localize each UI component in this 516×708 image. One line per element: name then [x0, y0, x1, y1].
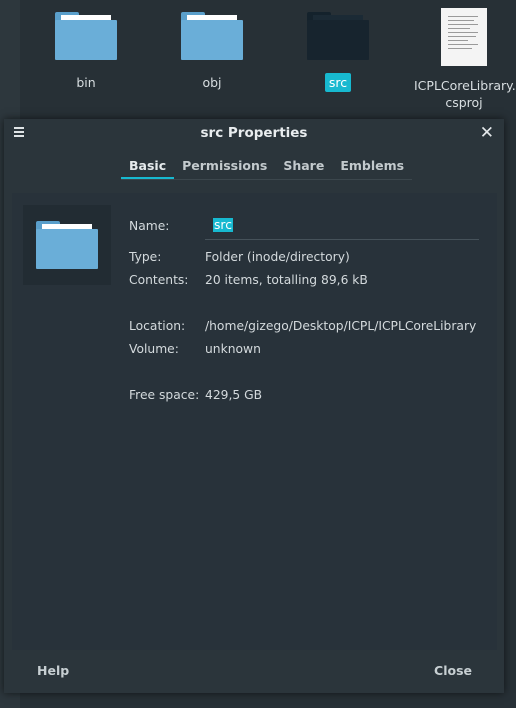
folder-icon — [181, 8, 243, 60]
location-value: /home/gizego/Desktop/ICPL/ICPLCoreLibrar… — [205, 319, 477, 333]
name-value: src — [213, 218, 233, 232]
folder-icon — [36, 217, 98, 269]
dialog-footer: Help Close — [4, 649, 504, 693]
folder-icon — [307, 8, 369, 60]
type-row: Type: Folder (inode/directory) — [129, 250, 350, 264]
contents-row: Contents: 20 items, totalling 89,6 kB — [129, 273, 368, 287]
volume-label: Volume: — [129, 342, 179, 356]
properties-dialog: src Properties ✕ Basic Permissions Share… — [4, 119, 504, 693]
dialog-title: src Properties — [200, 125, 308, 141]
close-button[interactable]: Close — [434, 663, 472, 678]
free-space-row: Free space: 429,5 GB — [129, 388, 262, 402]
free-space-value: 429,5 GB — [205, 388, 263, 402]
file-item-label: src — [288, 73, 388, 92]
type-value: Folder (inode/directory) — [205, 250, 350, 264]
type-label: Type: — [129, 250, 162, 264]
tab-permissions[interactable]: Permissions — [174, 155, 275, 179]
tab-share[interactable]: Share — [275, 155, 332, 179]
location-label: Location: — [129, 319, 186, 333]
file-item-bin[interactable]: bin — [36, 8, 136, 91]
file-item-obj[interactable]: obj — [162, 8, 262, 91]
name-label: Name: — [129, 219, 170, 233]
file-item-label: bin — [76, 75, 96, 90]
file-item-label: ICPLCoreLibrary. csproj — [414, 78, 516, 110]
tab-emblems[interactable]: Emblems — [332, 155, 412, 179]
help-button[interactable]: Help — [37, 663, 69, 678]
tab-bar: Basic Permissions Share Emblems — [121, 155, 413, 180]
file-item-label: obj — [202, 75, 222, 90]
volume-row: Volume: unknown — [129, 342, 261, 356]
volume-value: unknown — [205, 342, 261, 356]
free-space-label: Free space: — [129, 388, 200, 402]
name-input[interactable]: src — [205, 213, 479, 240]
folder-icon — [55, 8, 117, 60]
dialog-titlebar: src Properties ✕ — [4, 119, 504, 149]
file-item-csproj[interactable]: ICPLCoreLibrary. csproj — [414, 8, 516, 111]
document-icon — [441, 8, 487, 66]
location-row: Location: /home/gizego/Desktop/ICPL/ICPLC… — [129, 319, 476, 333]
basic-tab-content: Name: src Type: Folder (inode/directory) … — [12, 193, 497, 650]
folder-preview[interactable] — [23, 205, 111, 285]
file-item-src-selected[interactable]: src — [288, 8, 388, 92]
name-row: Name: src — [129, 218, 479, 240]
contents-value: 20 items, totalling 89,6 kB — [205, 273, 368, 287]
tab-basic[interactable]: Basic — [121, 155, 175, 179]
contents-label: Contents: — [129, 273, 189, 287]
close-icon[interactable]: ✕ — [480, 123, 494, 143]
